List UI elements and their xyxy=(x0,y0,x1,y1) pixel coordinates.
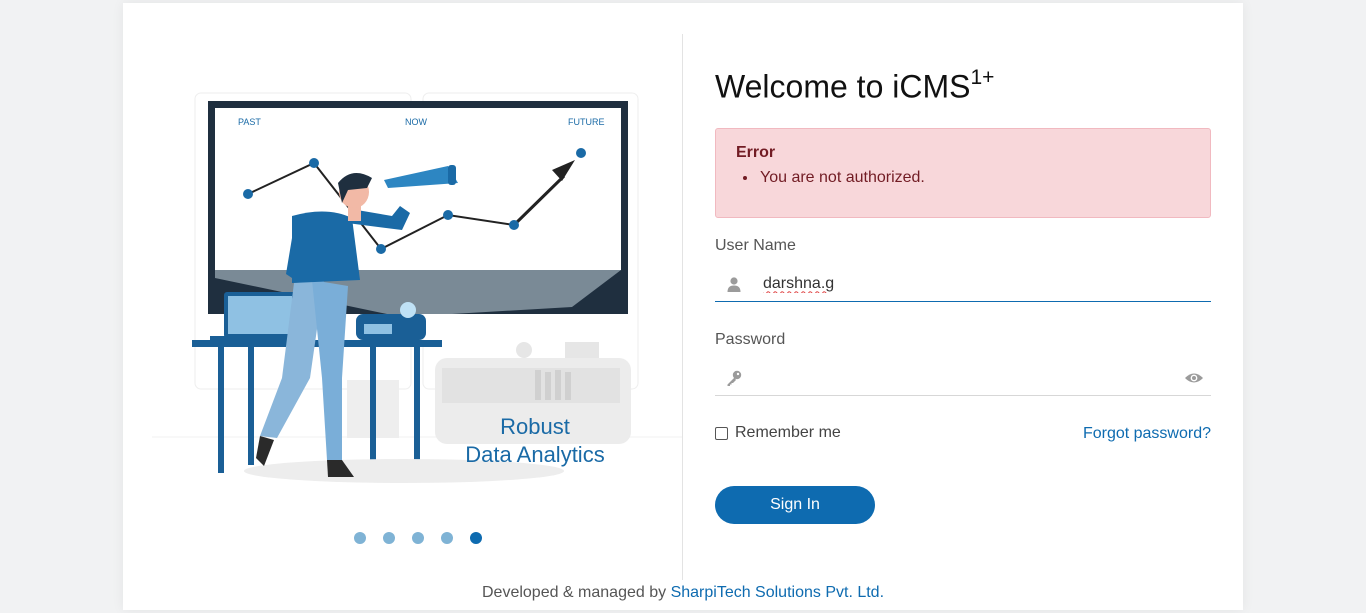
password-field-wrapper xyxy=(715,360,1211,396)
title-text: Welcome to iCMS xyxy=(715,68,971,105)
error-list: You are not authorized. xyxy=(758,169,925,187)
remember-me-control[interactable]: Remember me xyxy=(715,424,841,442)
error-heading: Error xyxy=(736,144,776,161)
error-message: You are not authorized. xyxy=(758,169,925,187)
password-label: Password xyxy=(715,331,786,348)
carousel-indicators xyxy=(354,532,482,544)
slide-caption-line2: Data Analytics xyxy=(465,442,604,467)
sign-in-button[interactable]: Sign In xyxy=(715,486,875,524)
username-label: User Name xyxy=(715,237,796,254)
title-superscript: 1+ xyxy=(970,66,995,89)
chart-label-past: PAST xyxy=(238,117,261,127)
chart-label-future: FUTURE xyxy=(568,117,605,127)
user-icon xyxy=(715,266,753,302)
carousel-dot-1[interactable] xyxy=(354,532,366,544)
username-field-wrapper xyxy=(715,266,1211,302)
footer: Developed & managed by SharpiTech Soluti… xyxy=(0,584,1366,602)
company-link[interactable]: SharpiTech Solutions Pvt. Ltd. xyxy=(671,584,884,601)
show-password-icon[interactable] xyxy=(1177,360,1211,396)
carousel-dot-5[interactable] xyxy=(470,532,482,544)
password-input[interactable] xyxy=(753,362,1177,393)
forgot-password-link[interactable]: Forgot password? xyxy=(1083,425,1211,443)
chart-label-now: NOW xyxy=(405,117,428,127)
carousel-dot-3[interactable] xyxy=(412,532,424,544)
page-title: Welcome to iCMS1+ xyxy=(715,66,995,106)
error-alert: Error You are not authorized. xyxy=(715,128,1211,218)
vertical-divider xyxy=(682,34,683,580)
remember-me-label: Remember me xyxy=(735,424,841,441)
footer-prefix: Developed & managed by xyxy=(481,584,671,601)
key-icon xyxy=(715,360,753,396)
slide-caption-line1: Robust xyxy=(500,414,570,439)
carousel-dot-4[interactable] xyxy=(441,532,453,544)
username-input[interactable] xyxy=(753,268,1211,299)
carousel-dot-2[interactable] xyxy=(383,532,395,544)
remember-me-checkbox[interactable] xyxy=(715,426,728,440)
data-analytics-illustration: PAST NOW FUTURE Robust Data Analytics xyxy=(152,92,682,483)
